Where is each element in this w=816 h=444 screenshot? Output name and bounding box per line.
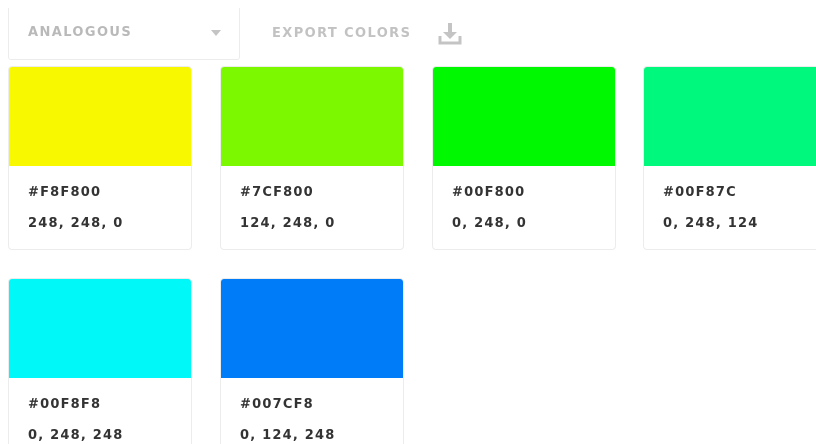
rgb-value: 124, 248, 0 [240, 216, 336, 231]
color-swatch[interactable] [9, 279, 191, 378]
color-swatch[interactable] [9, 67, 191, 166]
rgb-value: 0, 124, 248 [240, 428, 336, 443]
hex-value: #7CF800 [240, 185, 314, 200]
color-card[interactable]: #007CF8 0, 124, 248 [220, 278, 404, 444]
toolbar: ANALOGOUS EXPORT COLORS [0, 0, 816, 62]
export-colors-label: EXPORT COLORS [272, 26, 412, 41]
download-icon[interactable] [437, 22, 463, 46]
caret-down-icon[interactable] [211, 30, 221, 36]
hex-value: #00F87C [663, 185, 737, 200]
color-scheme-select[interactable]: ANALOGOUS [8, 8, 240, 60]
hex-value: #00F800 [452, 185, 526, 200]
hex-value: #F8F800 [28, 185, 102, 200]
color-scheme-selected: ANALOGOUS [28, 25, 133, 40]
hex-value: #007CF8 [240, 397, 314, 412]
color-swatch[interactable] [433, 67, 615, 166]
rgb-value: 0, 248, 248 [28, 428, 124, 443]
color-card[interactable]: #7CF800 124, 248, 0 [220, 66, 404, 250]
color-swatch[interactable] [221, 279, 403, 378]
color-swatch[interactable] [644, 67, 816, 166]
rgb-value: 248, 248, 0 [28, 216, 124, 231]
color-card[interactable]: #00F800 0, 248, 0 [432, 66, 616, 250]
rgb-value: 0, 248, 0 [452, 216, 527, 231]
color-card[interactable]: #00F8F8 0, 248, 248 [8, 278, 192, 444]
color-card[interactable]: #F8F800 248, 248, 0 [8, 66, 192, 250]
rgb-value: 0, 248, 124 [663, 216, 759, 231]
color-card-grid: #F8F800 248, 248, 0 #7CF800 124, 248, 0 … [0, 0, 816, 444]
hex-value: #00F8F8 [28, 397, 102, 412]
color-card[interactable]: #00F87C 0, 248, 124 [643, 66, 816, 250]
color-swatch[interactable] [221, 67, 403, 166]
